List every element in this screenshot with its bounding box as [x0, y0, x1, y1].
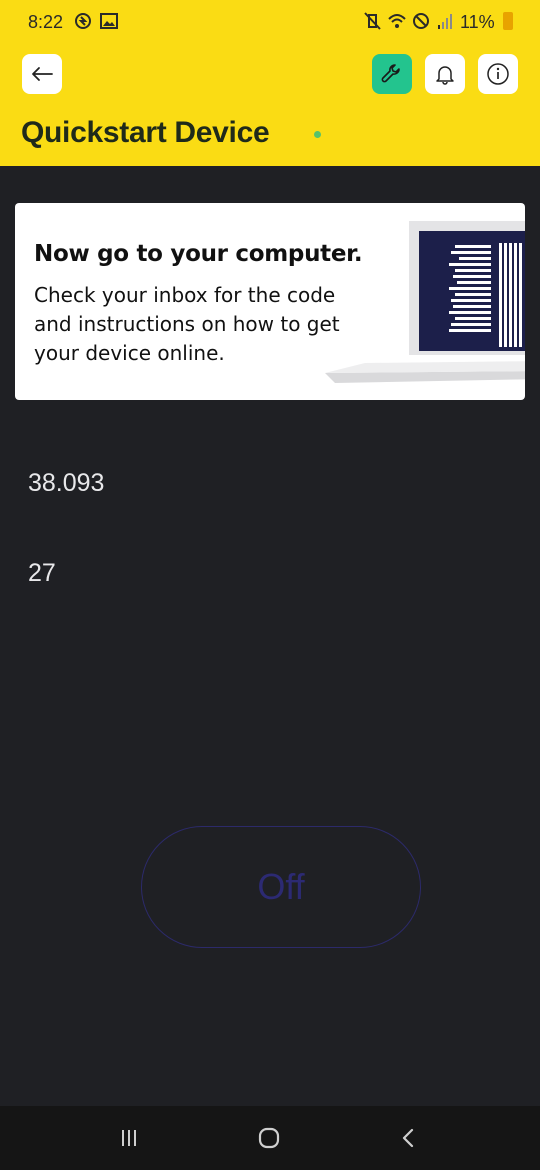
- sync-icon: [75, 13, 91, 29]
- power-toggle-button[interactable]: Off: [141, 826, 421, 948]
- device-info-button[interactable]: [478, 54, 518, 94]
- bell-icon: [436, 66, 454, 85]
- back-arrow-icon: [32, 67, 53, 81]
- notifications-button[interactable]: [425, 54, 465, 94]
- do-not-disturb-icon: [413, 13, 429, 29]
- wrench-icon: [381, 64, 400, 83]
- image-icon: [100, 13, 118, 29]
- page-title: Quickstart Device: [21, 116, 270, 149]
- battery-icon: [503, 12, 513, 30]
- status-time: 8:22: [28, 12, 64, 32]
- nav-back-button[interactable]: [394, 1124, 424, 1152]
- back-button[interactable]: [22, 54, 62, 94]
- toggle-label: Off: [257, 866, 305, 907]
- laptop-illustration: [325, 221, 525, 383]
- sensor-value-1: 38.093: [28, 469, 105, 497]
- home-icon: [258, 1127, 280, 1149]
- online-status-dot: [314, 131, 321, 138]
- info-icon: [487, 63, 509, 85]
- mute-vibrate-icon: [364, 12, 381, 30]
- info-card: Now go to your computer. Check your inbo…: [15, 203, 525, 400]
- code-lines-graphic: [449, 243, 522, 347]
- device-settings-button[interactable]: [372, 54, 412, 94]
- recents-button[interactable]: [114, 1124, 144, 1152]
- wifi-icon: [388, 14, 406, 28]
- signal-icon: [438, 14, 452, 29]
- back-icon: [402, 1128, 414, 1148]
- home-button[interactable]: [254, 1124, 284, 1152]
- sensor-value-2: 27: [28, 559, 56, 587]
- status-bar: 8:22 11%: [0, 0, 540, 44]
- recents-icon: [122, 1130, 136, 1146]
- battery-percentage: 11%: [460, 12, 495, 32]
- system-nav-bar: [0, 1106, 540, 1170]
